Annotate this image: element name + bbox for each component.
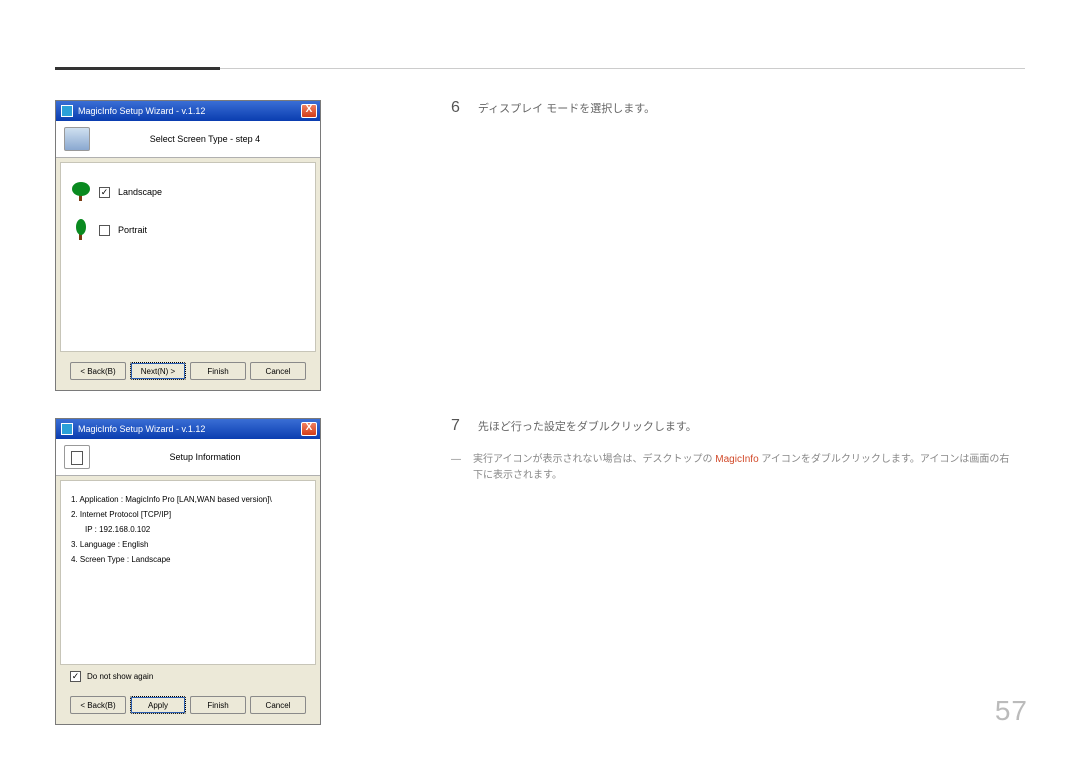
- app-icon: [61, 105, 73, 117]
- note-dash: ―: [451, 452, 461, 484]
- wizard-screen-type: MagicInfo Setup Wizard - v.1.12 X Select…: [55, 100, 321, 391]
- do-not-show-row[interactable]: Do not show again: [56, 669, 320, 690]
- option-portrait[interactable]: Portrait: [71, 219, 305, 241]
- info-protocol: 2. Internet Protocol [TCP/IP]: [71, 510, 305, 519]
- page-header-rule: [55, 68, 1025, 69]
- wizard-header: Select Screen Type - step 4: [56, 121, 320, 158]
- checkbox-portrait[interactable]: [99, 225, 110, 236]
- step6-text: ディスプレイ モードを選択します。: [478, 100, 655, 116]
- page-number: 57: [995, 695, 1028, 727]
- wizard-body: 1. Application : MagicInfo Pro [LAN,WAN …: [60, 480, 316, 665]
- document-click-icon: [64, 445, 90, 469]
- info-screen-type: 4. Screen Type : Landscape: [71, 555, 305, 564]
- note-text: 実行アイコンが表示されない場合は、デスクトップの MagicInfo アイコンを…: [473, 452, 1011, 484]
- cancel-button[interactable]: Cancel: [250, 696, 306, 714]
- next-button[interactable]: Next(N) >: [130, 362, 186, 380]
- wizard-footer: < Back(B) Apply Finish Cancel: [56, 690, 320, 724]
- tree-portrait-icon: [71, 219, 91, 241]
- checkbox-noshow[interactable]: [70, 671, 81, 682]
- wizard-footer: < Back(B) Next(N) > Finish Cancel: [56, 356, 320, 390]
- apply-button[interactable]: Apply: [130, 696, 186, 714]
- section-step-6: MagicInfo Setup Wizard - v.1.12 X Select…: [55, 100, 655, 391]
- wizard-header-text: Setup Information: [98, 452, 312, 462]
- close-icon[interactable]: X: [301, 422, 317, 436]
- close-icon[interactable]: X: [301, 104, 317, 118]
- back-button[interactable]: < Back(B): [70, 362, 126, 380]
- back-button[interactable]: < Back(B): [70, 696, 126, 714]
- cancel-button[interactable]: Cancel: [250, 362, 306, 380]
- step7-number: 7: [451, 418, 460, 434]
- finish-button[interactable]: Finish: [190, 696, 246, 714]
- info-ip: IP : 192.168.0.102: [85, 525, 305, 534]
- step6-text-block: 6 ディスプレイ モードを選択します。: [451, 100, 655, 391]
- note-highlight: MagicInfo: [715, 454, 758, 465]
- app-icon: [61, 423, 73, 435]
- step6-instruction: 6 ディスプレイ モードを選択します。: [451, 100, 655, 116]
- wizard-body: Landscape Portrait: [60, 162, 316, 352]
- option-portrait-label: Portrait: [118, 225, 147, 235]
- wizard-header: Setup Information: [56, 439, 320, 476]
- option-landscape-label: Landscape: [118, 187, 162, 197]
- tree-landscape-icon: [71, 181, 91, 203]
- wizard-setup-info: MagicInfo Setup Wizard - v.1.12 X Setup …: [55, 418, 321, 725]
- note-pre: 実行アイコンが表示されない場合は、デスクトップの: [473, 454, 715, 465]
- wizard-titlebar: MagicInfo Setup Wizard - v.1.12 X: [56, 101, 320, 121]
- wizard-title: MagicInfo Setup Wizard - v.1.12: [78, 106, 301, 116]
- step7-text: 先ほど行った設定をダブルクリックします。: [478, 418, 697, 434]
- finish-button[interactable]: Finish: [190, 362, 246, 380]
- wizard-header-text: Select Screen Type - step 4: [98, 134, 312, 144]
- wizard-titlebar: MagicInfo Setup Wizard - v.1.12 X: [56, 419, 320, 439]
- info-language: 3. Language : English: [71, 540, 305, 549]
- step7-note: ― 実行アイコンが表示されない場合は、デスクトップの MagicInfo アイコ…: [451, 452, 1011, 484]
- option-landscape[interactable]: Landscape: [71, 181, 305, 203]
- step6-number: 6: [451, 100, 460, 116]
- checkbox-landscape[interactable]: [99, 187, 110, 198]
- step7-text-block: 7 先ほど行った設定をダブルクリックします。 ― 実行アイコンが表示されない場合…: [451, 418, 1011, 725]
- monitor-icon: [64, 127, 90, 151]
- step7-instruction: 7 先ほど行った設定をダブルクリックします。: [451, 418, 1011, 434]
- section-step-7: MagicInfo Setup Wizard - v.1.12 X Setup …: [55, 418, 1011, 725]
- wizard-title: MagicInfo Setup Wizard - v.1.12: [78, 424, 301, 434]
- noshow-label: Do not show again: [87, 672, 153, 681]
- info-application: 1. Application : MagicInfo Pro [LAN,WAN …: [71, 495, 305, 504]
